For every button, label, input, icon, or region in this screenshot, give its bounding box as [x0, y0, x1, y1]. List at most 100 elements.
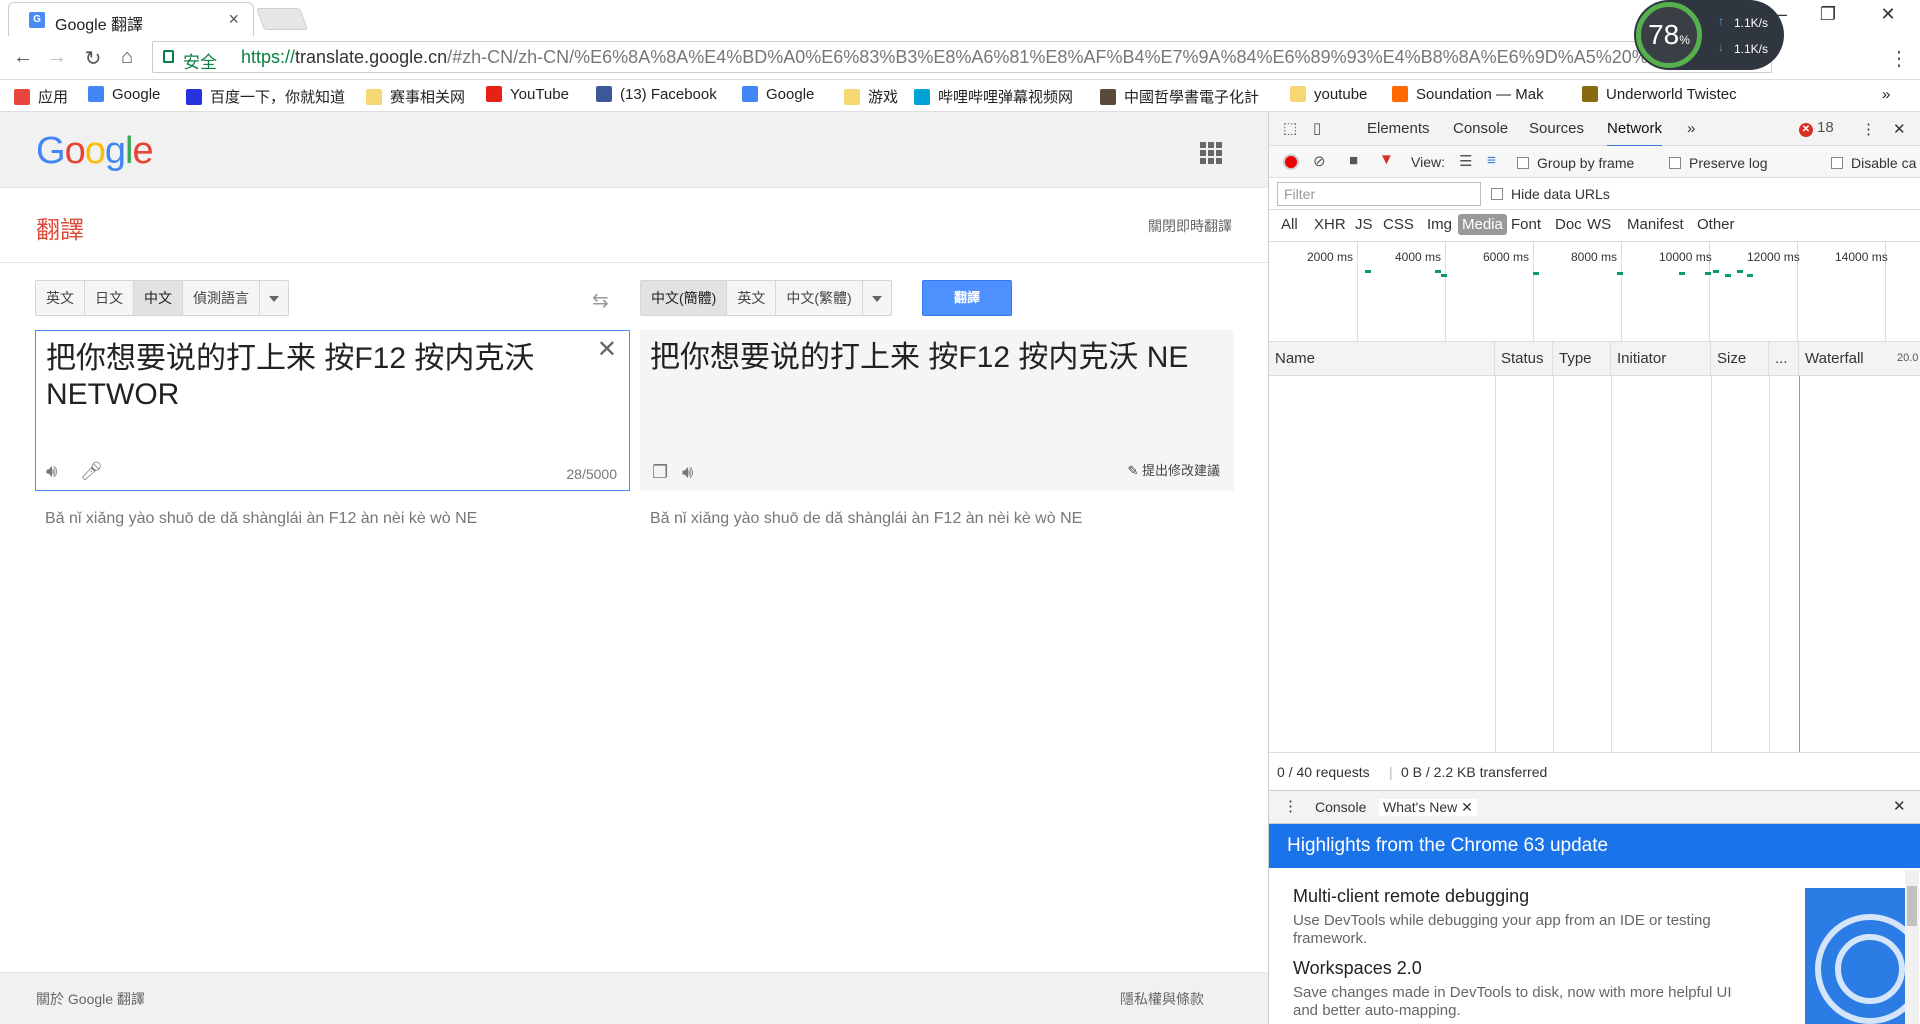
source-lang-chinese[interactable]: 中文	[134, 281, 183, 315]
swap-languages-icon[interactable]: ⇆	[592, 288, 609, 313]
device-toolbar-icon[interactable]: ▯	[1313, 119, 1321, 137]
column-header-name[interactable]: Name	[1269, 342, 1495, 376]
drawer-menu-icon[interactable]: ⋮	[1283, 797, 1298, 815]
url-text[interactable]: https://translate.google.cn/#zh-CN/zh-CN…	[241, 47, 1731, 68]
clear-icon[interactable]: ⊘	[1313, 152, 1326, 170]
filter-type-font[interactable]: Font	[1511, 216, 1541, 233]
inspect-element-icon[interactable]: ⬚	[1283, 119, 1297, 137]
close-window-icon[interactable]: ✕	[1868, 4, 1908, 25]
bookmark-item[interactable]: youtube	[1290, 86, 1367, 103]
scrollbar-thumb[interactable]	[1907, 886, 1917, 926]
source-text-box[interactable]: 把你想要说的打上来 按F12 按内克沃 NETWOR ✕ 🔊︎ 🎤︎ 28/50…	[35, 330, 630, 491]
google-logo[interactable]: Google	[36, 130, 154, 173]
bookmark-item[interactable]: 游戏	[844, 86, 898, 107]
close-tab-icon[interactable]: ✕	[1461, 799, 1473, 815]
source-input[interactable]: 把你想要说的打上来 按F12 按内克沃 NETWOR	[46, 341, 586, 413]
filter-type-manifest[interactable]: Manifest	[1627, 216, 1684, 233]
bookmark-item[interactable]: Google	[742, 86, 814, 103]
copy-icon[interactable]: ❐	[652, 462, 668, 483]
instant-translate-toggle[interactable]: 關閉即時翻譯	[1148, 216, 1232, 236]
microphone-icon[interactable]: 🎤︎	[80, 461, 103, 482]
filter-type-xhr[interactable]: XHR	[1314, 216, 1346, 233]
source-lang-japanese[interactable]: 日文	[85, 281, 134, 315]
speaker-icon[interactable]: 🔊︎	[682, 462, 693, 483]
bookmark-item[interactable]: 中國哲學書電子化計	[1100, 86, 1259, 107]
feature-illustration	[1805, 888, 1905, 1024]
speaker-icon[interactable]: 🔊︎	[46, 461, 57, 482]
reload-icon[interactable]: ↻	[80, 46, 106, 71]
filter-input[interactable]: Filter	[1277, 182, 1481, 206]
home-icon[interactable]: ⌂	[114, 46, 140, 69]
target-lang-dropdown-icon[interactable]	[863, 281, 891, 315]
forward-icon[interactable]: →	[44, 46, 70, 69]
tab-elements[interactable]: Elements	[1367, 120, 1430, 137]
preserve-log-checkbox[interactable]: Preserve log	[1669, 155, 1768, 171]
close-devtools-icon[interactable]: ✕	[1893, 120, 1906, 138]
source-lang-dropdown-icon[interactable]	[260, 281, 288, 315]
bookmark-item[interactable]: 哔哩哔哩弹幕视频网	[914, 86, 1073, 107]
suggest-edit-link[interactable]: ✎ 提出修改建議	[1127, 460, 1220, 479]
back-icon[interactable]: ←	[10, 46, 36, 69]
filter-type-img[interactable]: Img	[1427, 216, 1452, 233]
bookmark-item[interactable]: 赛事相关网	[366, 86, 465, 107]
bookmark-item[interactable]: YouTube	[486, 86, 569, 103]
close-drawer-icon[interactable]: ✕	[1893, 797, 1906, 815]
disable-cache-checkbox[interactable]: Disable ca	[1831, 155, 1916, 171]
filter-type-css[interactable]: CSS	[1383, 216, 1414, 233]
column-header-size[interactable]: Size	[1711, 342, 1769, 376]
source-lang-detect[interactable]: 偵測語言	[183, 281, 260, 315]
tab-console[interactable]: Console	[1453, 120, 1508, 137]
error-count[interactable]: ✕ 18	[1799, 119, 1834, 137]
filter-icon[interactable]: ▼	[1379, 151, 1394, 168]
filter-type-other[interactable]: Other	[1697, 216, 1735, 233]
tab-sources[interactable]: Sources	[1529, 120, 1584, 137]
target-lang-traditional[interactable]: 中文(繁體)	[776, 281, 863, 315]
target-lang-english[interactable]: 英文	[727, 281, 777, 315]
timeline-request-mark	[1533, 272, 1539, 275]
more-bookmarks-icon[interactable]: »	[1882, 86, 1890, 103]
filter-type-media[interactable]: Media	[1458, 214, 1507, 235]
bookmark-item[interactable]: 百度一下，你就知道	[186, 86, 345, 107]
column-header-status[interactable]: Status	[1495, 342, 1553, 376]
screenshot-icon[interactable]: ■	[1349, 152, 1358, 169]
apps-grid-icon[interactable]	[1200, 142, 1222, 164]
large-rows-icon[interactable]: ☰	[1459, 152, 1472, 170]
drawer-tab-whats-new[interactable]: What's New ✕	[1379, 799, 1477, 816]
restore-icon[interactable]: ❐	[1808, 4, 1848, 25]
news-title[interactable]: Multi-client remote debugging	[1293, 886, 1529, 907]
more-tabs-icon[interactable]: »	[1687, 120, 1695, 137]
group-by-frame-checkbox[interactable]: Group by frame	[1517, 155, 1634, 171]
filter-type-ws[interactable]: WS	[1587, 216, 1611, 233]
column-header-initiator[interactable]: Initiator	[1611, 342, 1711, 376]
address-bar[interactable]: 安全 https://translate.google.cn/#zh-CN/zh…	[152, 41, 1772, 73]
overview-icon[interactable]: ≡	[1487, 152, 1496, 169]
about-link[interactable]: 關於 Google 翻譯	[36, 989, 145, 1009]
target-lang-simplified[interactable]: 中文(簡體)	[641, 281, 728, 315]
new-tab-button[interactable]	[255, 8, 309, 30]
browser-tab[interactable]: G Google 翻譯 ×	[8, 2, 254, 36]
record-icon[interactable]	[1283, 154, 1299, 170]
bookmark-item[interactable]: 应用	[14, 86, 68, 107]
column-header-[interactable]: ...	[1769, 342, 1799, 376]
clear-text-icon[interactable]: ✕	[597, 335, 617, 364]
bookmark-item[interactable]: Google	[88, 86, 160, 103]
bookmark-item[interactable]: Soundation — Mak	[1392, 86, 1544, 103]
drawer-tab-console[interactable]: Console	[1315, 799, 1366, 815]
column-header-type[interactable]: Type	[1553, 342, 1611, 376]
scrollbar[interactable]	[1905, 870, 1919, 1024]
hide-data-urls-checkbox[interactable]: Hide data URLs	[1491, 186, 1610, 202]
filter-type-js[interactable]: JS	[1355, 216, 1373, 233]
privacy-link[interactable]: 隱私權與條款	[1120, 989, 1204, 1009]
filter-type-doc[interactable]: Doc	[1555, 216, 1582, 233]
translate-button[interactable]: 翻譯	[922, 280, 1012, 316]
source-lang-english[interactable]: 英文	[36, 281, 85, 315]
devtools-menu-icon[interactable]: ⋮	[1861, 120, 1876, 138]
folder-icon	[1290, 86, 1306, 102]
tab-network[interactable]: Network	[1607, 120, 1663, 147]
close-tab-icon[interactable]: ×	[228, 9, 239, 30]
menu-icon[interactable]: ⋮	[1886, 46, 1912, 71]
news-title[interactable]: Workspaces 2.0	[1293, 958, 1422, 979]
filter-type-all[interactable]: All	[1281, 216, 1298, 233]
bookmark-item[interactable]: Underworld Twistec	[1582, 86, 1737, 103]
bookmark-item[interactable]: (13) Facebook	[596, 86, 717, 103]
